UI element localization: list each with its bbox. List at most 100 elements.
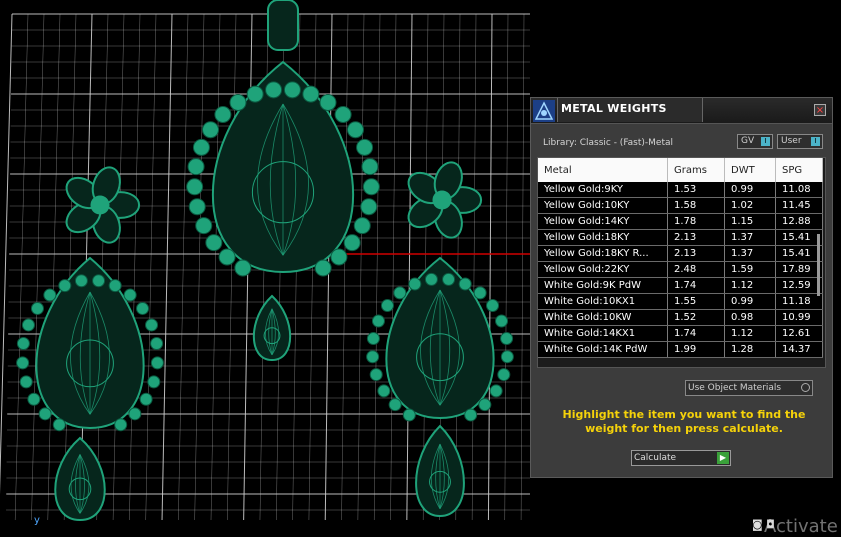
grid-line — [0, 13, 13, 495]
table-row[interactable]: Yellow Gold:9KY 1.53 0.99 11.08 — [538, 182, 823, 198]
left-earring-bead — [21, 318, 35, 332]
right-earring-bead — [473, 286, 487, 300]
right-earring-bead — [495, 314, 509, 328]
metal-cell: Yellow Gold:9KY — [538, 182, 668, 198]
right-earring-bead — [478, 398, 492, 412]
table-row[interactable]: White Gold:10KX1 1.55 0.99 11.18 — [538, 293, 823, 310]
grid-line — [520, 13, 525, 521]
metal-cell: White Gold:14K PdW — [538, 341, 668, 358]
right-earring-bead — [402, 408, 416, 422]
pendant-bead — [302, 85, 320, 103]
grid-line — [487, 13, 493, 521]
pendant-bead — [205, 234, 223, 252]
grid-line — [341, 13, 349, 521]
dwt-cell: 1.37 — [724, 245, 776, 262]
grid-line — [210, 13, 221, 521]
grid-line — [129, 13, 141, 521]
right-earring-bead — [464, 408, 478, 422]
panel-titlebar[interactable]: METAL WEIGHTS × — [531, 98, 832, 124]
left-earring-bead — [145, 318, 159, 332]
left-earring-bead — [27, 392, 41, 406]
column-header-dwt[interactable]: DWT — [724, 158, 776, 182]
right-earring-bead — [442, 272, 456, 286]
spg-cell: 17.89 — [775, 261, 823, 278]
pendant-bead — [265, 81, 283, 99]
dwt-cell: 1.59 — [724, 261, 776, 278]
right-earring-bead — [486, 298, 500, 312]
pendant-bead — [202, 121, 220, 139]
column-header-spg[interactable]: SPG — [775, 158, 823, 182]
column-header-metal[interactable]: Metal — [538, 158, 668, 182]
right-earring-bead — [371, 314, 385, 328]
grid-line — [471, 13, 477, 521]
left-earring-bead — [128, 407, 142, 421]
left-earring-bead — [108, 279, 122, 293]
metal-table[interactable]: Metal Grams DWT SPG Yellow Gold:9KY 1.53 0… — [537, 157, 826, 368]
use-object-materials-label: Use Object Materials — [688, 383, 782, 393]
gv-toggle[interactable]: GV I — [737, 134, 773, 149]
dwt-cell: 1.12 — [724, 277, 776, 294]
right-earring-bead — [408, 277, 422, 291]
pendant-bead — [353, 217, 371, 235]
calculate-button[interactable]: Calculate ▶ — [631, 450, 731, 466]
dwt-cell: 1.37 — [724, 229, 776, 246]
dwt-cell: 1.15 — [724, 213, 776, 230]
table-row[interactable]: Yellow Gold:18KY R... 2.13 1.37 15.41 — [538, 245, 823, 262]
table-row[interactable]: Yellow Gold:22KY 2.48 1.59 17.89 — [538, 261, 823, 278]
pendant-bead — [319, 93, 337, 111]
pendant-bead — [187, 158, 205, 176]
grid-line — [178, 13, 189, 521]
left-earring-bead — [147, 375, 161, 389]
vertical-scrollbar[interactable] — [817, 234, 820, 296]
instruction-text: Highlight the item you want to find the … — [562, 408, 806, 435]
table-row[interactable]: Yellow Gold:18KY 2.13 1.37 15.41 — [538, 229, 823, 246]
right-earring-bead — [458, 277, 472, 291]
pendant-bead — [214, 106, 232, 124]
pendant-bead — [195, 217, 213, 235]
right-earring-bead — [393, 286, 407, 300]
dwt-cell: 0.99 — [724, 293, 776, 310]
right-earring-flower-center — [432, 190, 452, 210]
grams-cell: 1.99 — [667, 341, 725, 358]
grid-line — [112, 13, 125, 521]
table-row[interactable]: White Gold:14K PdW 1.99 1.28 14.37 — [538, 341, 823, 358]
table-row[interactable]: White Gold:10KW 1.52 0.98 10.99 — [538, 309, 823, 326]
metal-weights-panel: METAL WEIGHTS × Library: Classic - (Fast… — [530, 97, 833, 478]
spg-cell: 12.88 — [775, 213, 823, 230]
use-object-materials-option[interactable]: Use Object Materials — [685, 380, 813, 396]
close-button[interactable]: × — [814, 104, 826, 116]
spg-cell: 15.41 — [775, 229, 823, 246]
column-header-grams[interactable]: Grams — [667, 158, 725, 182]
table-row[interactable]: White Gold:9K PdW 1.74 1.12 12.59 — [538, 277, 823, 294]
right-earring-bead — [366, 350, 380, 364]
table-row[interactable]: White Gold:14KX1 1.74 1.12 12.61 — [538, 325, 823, 342]
spg-cell: 10.99 — [775, 309, 823, 326]
panel-title: METAL WEIGHTS — [561, 102, 667, 115]
spg-cell: 12.59 — [775, 277, 823, 294]
left-earring-bead — [74, 274, 88, 288]
dwt-cell: 1.02 — [724, 197, 776, 214]
right-earring-bead — [497, 368, 511, 382]
grid-line — [357, 13, 365, 521]
table-row[interactable]: Yellow Gold:10KY 1.58 1.02 11.45 — [538, 197, 823, 214]
right-earring-bead — [500, 331, 514, 345]
left-earring-bead — [136, 301, 150, 315]
grid-line — [373, 13, 381, 521]
metal-cell: Yellow Gold:14KY — [538, 213, 668, 230]
pendant-bead — [356, 138, 374, 156]
pendant-bead — [192, 138, 210, 156]
calculate-label: Calculate — [634, 453, 677, 463]
grid-line — [161, 13, 173, 521]
use-object-materials-radio[interactable] — [801, 383, 810, 392]
gv-toggle-label: GV — [741, 136, 755, 146]
grid-line — [14, 13, 29, 521]
grid-line — [145, 13, 157, 521]
table-row[interactable]: Yellow Gold:14KY 1.78 1.15 12.88 — [538, 213, 823, 230]
play-icon: ▶ — [717, 452, 729, 464]
left-earring-bead — [92, 274, 106, 288]
user-toggle[interactable]: User I — [777, 134, 823, 149]
left-earring-bead — [52, 418, 66, 432]
grams-cell: 1.55 — [667, 293, 725, 310]
spg-cell: 11.08 — [775, 182, 823, 198]
user-toggle-knob: I — [811, 137, 820, 146]
